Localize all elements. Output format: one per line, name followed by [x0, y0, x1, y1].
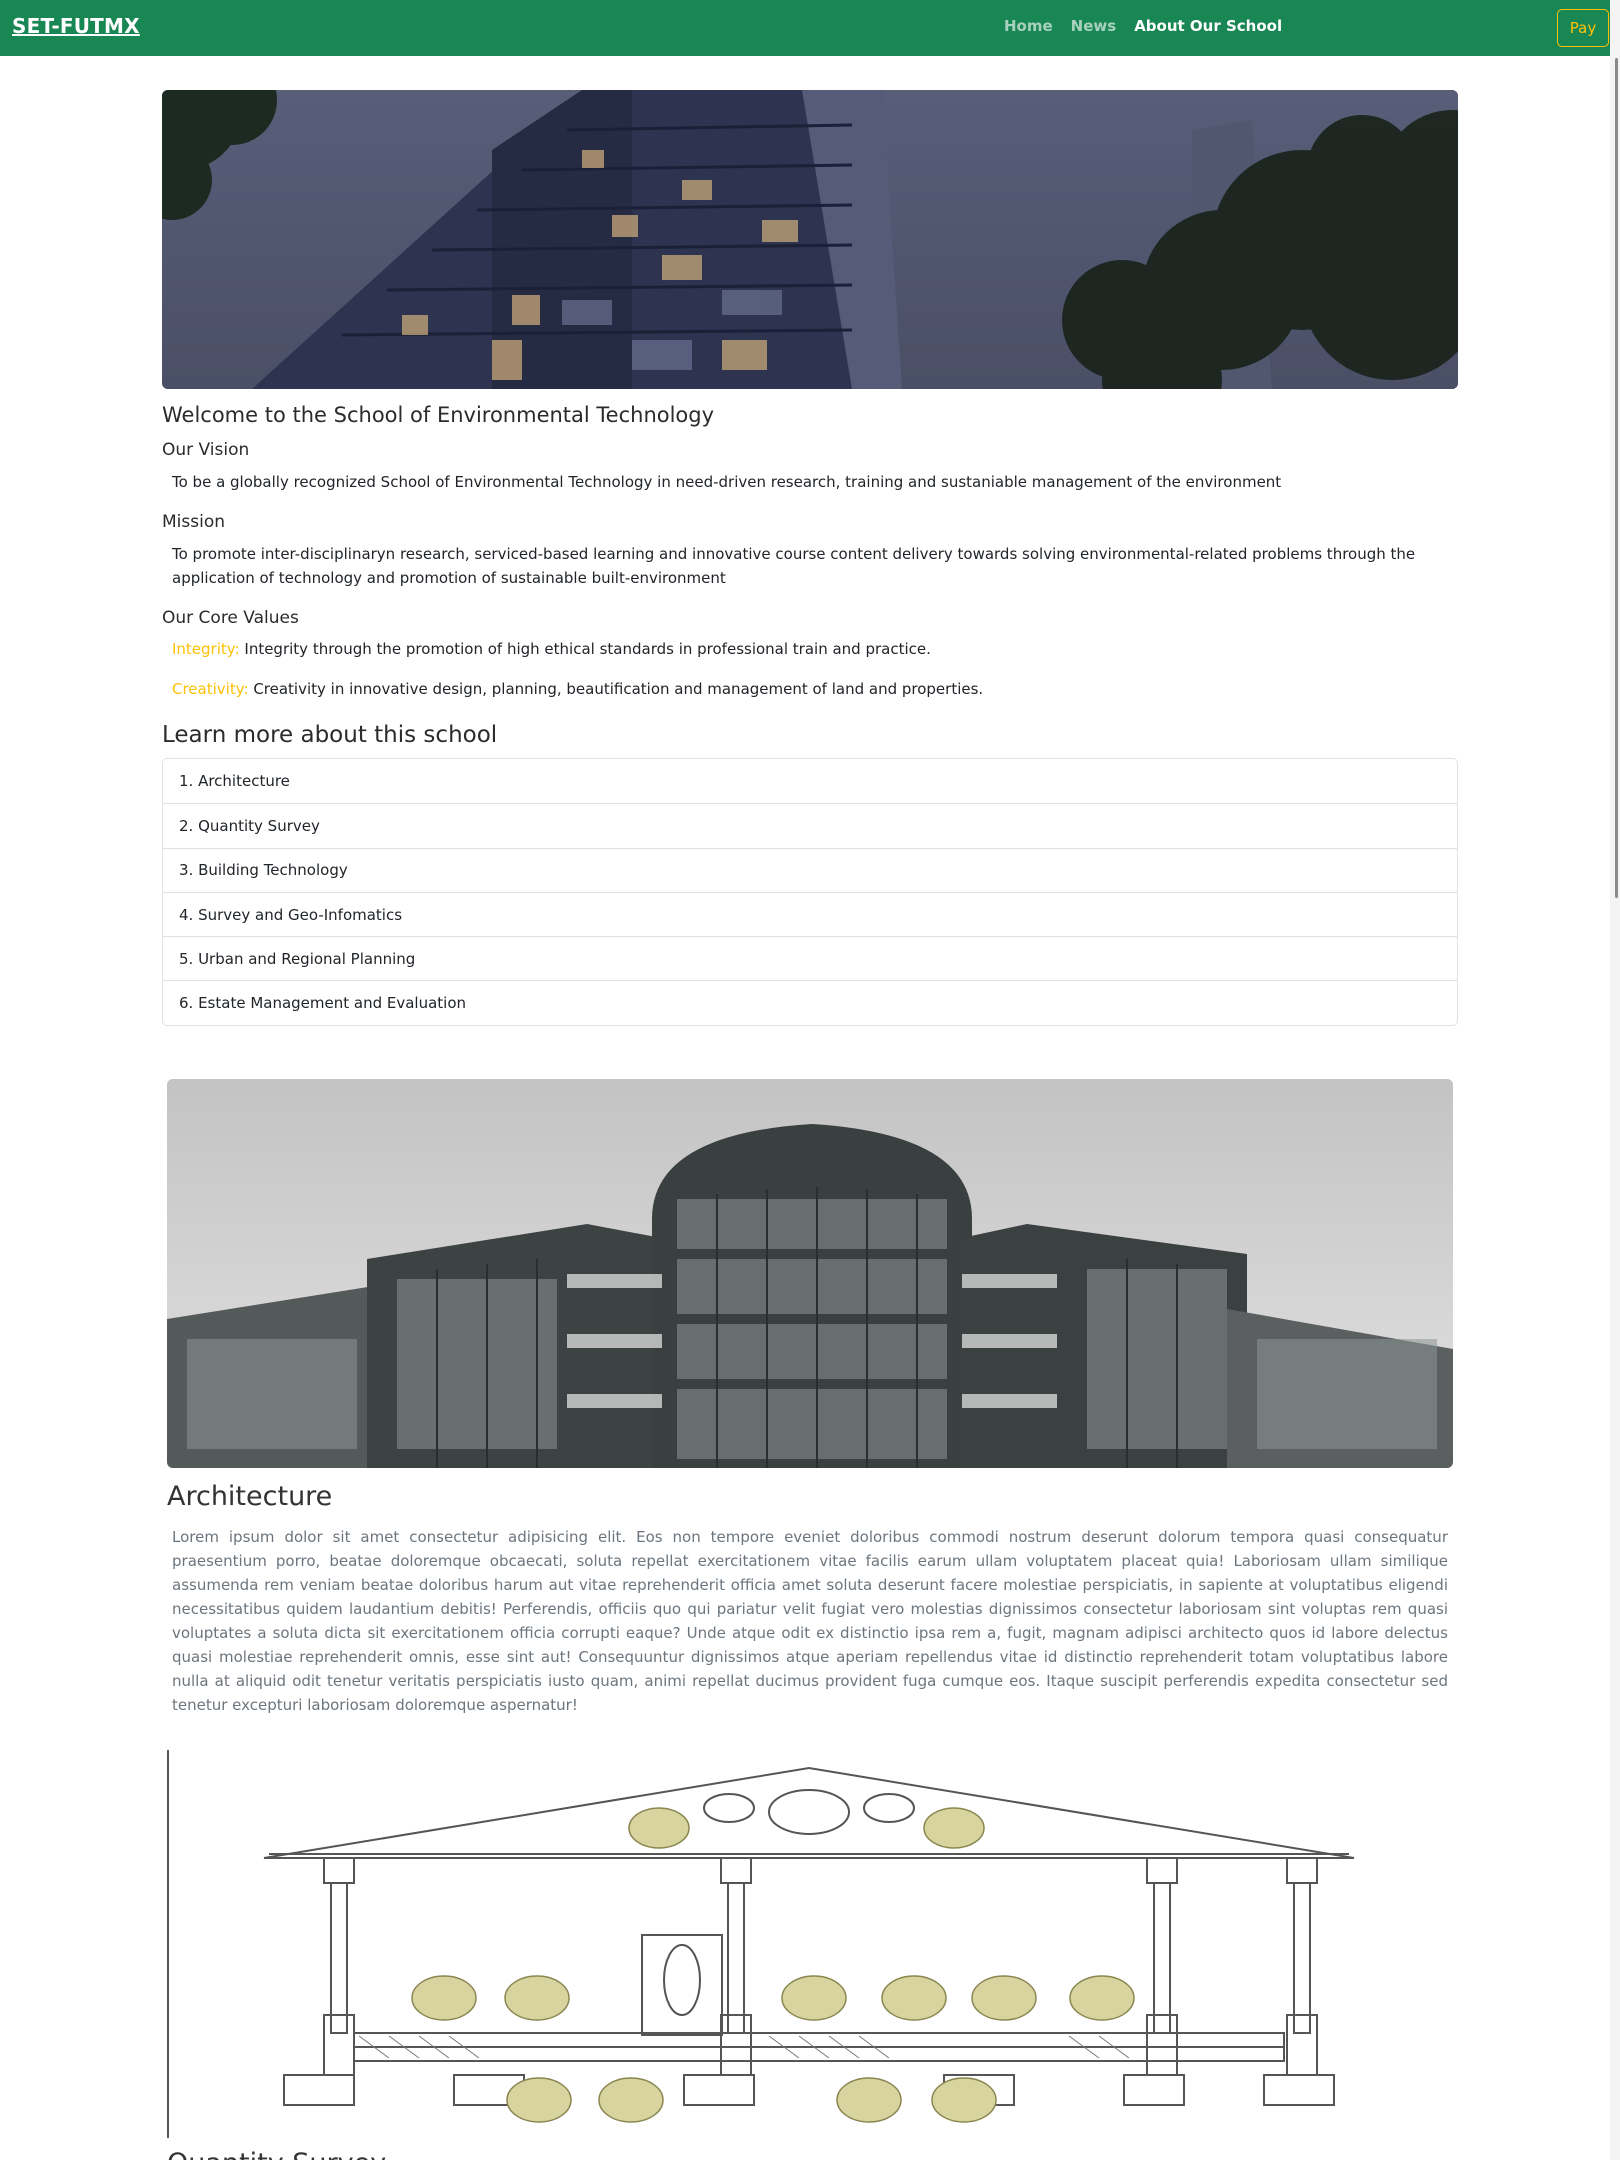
brand-link[interactable]: SET-FUTMX — [12, 14, 140, 38]
list-item-estate-management[interactable]: 6. Estate Management and Evaluation — [163, 980, 1457, 1024]
pay-button[interactable]: Pay — [1557, 9, 1609, 47]
vision-heading: Our Vision — [162, 440, 250, 460]
core-values-heading: Our Core Values — [162, 608, 299, 628]
top-navbar: SET-FUTMX Home News About Our School Pay — [0, 0, 1620, 56]
nav-links: Home News About Our School — [1004, 17, 1282, 35]
vision-text: To be a globally recognized School of En… — [172, 473, 1282, 491]
architecture-heading: Architecture — [167, 1481, 333, 1512]
building-dusk-image — [162, 90, 1458, 389]
core-value-creativity: Creativity: Creativity in innovative des… — [172, 677, 1452, 701]
list-item-quantity-survey[interactable]: 2. Quantity Survey — [163, 803, 1457, 847]
architecture-building-image — [167, 1079, 1453, 1468]
scrollbar-thumb[interactable] — [1615, 58, 1618, 898]
core-value-text: Creativity in innovative design, plannin… — [248, 680, 984, 698]
list-item-survey-geoinformatics[interactable]: 4. Survey and Geo-Infomatics — [163, 891, 1457, 936]
core-value-text: Integrity through the promotion of high … — [239, 640, 931, 658]
learn-more-heading: Learn more about this school — [162, 722, 498, 748]
list-item-urban-planning[interactable]: 5. Urban and Regional Planning — [163, 936, 1457, 980]
core-value-label: Creativity: — [172, 680, 249, 698]
mission-text: To promote inter-disciplinaryn research,… — [172, 545, 1416, 587]
core-value-label: Integrity: — [172, 640, 240, 658]
nav-link-home[interactable]: Home — [1004, 17, 1053, 35]
core-value-integrity: Integrity: Integrity through the promoti… — [172, 637, 1452, 661]
department-list: 1. Architecture 2. Quantity Survey 3. Bu… — [162, 758, 1458, 1026]
welcome-heading: Welcome to the School of Environmental T… — [162, 403, 715, 427]
nav-link-about[interactable]: About Our School — [1134, 17, 1282, 35]
nav-link-news[interactable]: News — [1071, 17, 1117, 35]
architecture-text: Lorem ipsum dolor sit amet consectetur a… — [172, 1528, 1448, 1714]
list-item-building-technology[interactable]: 3. Building Technology — [163, 847, 1457, 892]
list-item-architecture[interactable]: 1. Architecture — [163, 759, 1457, 803]
mission-heading: Mission — [162, 512, 226, 532]
quantity-survey-illustration — [167, 1750, 1453, 2138]
quantity-survey-heading: Quantity Survey — [167, 2148, 386, 2160]
